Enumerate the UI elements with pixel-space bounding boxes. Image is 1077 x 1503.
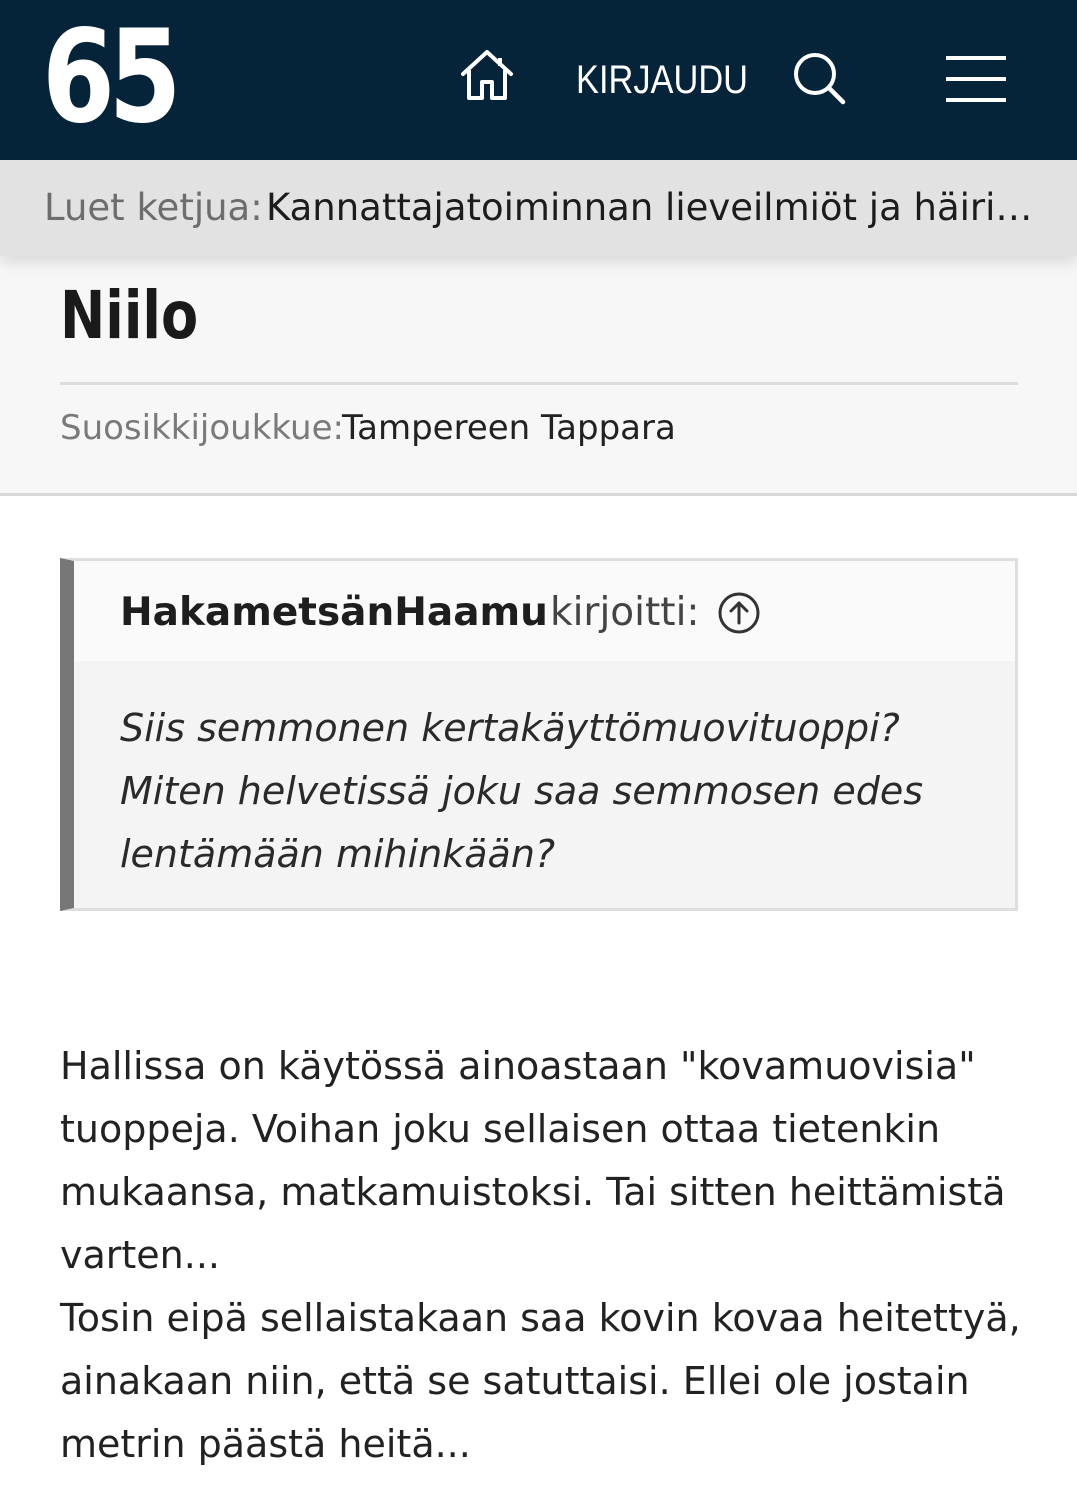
home-icon bbox=[461, 50, 513, 100]
favorite-team-label: Suosikkijoukkue: bbox=[60, 408, 344, 448]
quote-block: HakametsänHaamu kirjoitti: Siis semmonen… bbox=[60, 558, 1018, 911]
arrow-up-circle-icon bbox=[718, 592, 760, 634]
hamburger-menu-icon bbox=[946, 56, 1006, 102]
login-button[interactable]: KIRJAUDU bbox=[576, 50, 748, 110]
quote-line: Siis semmonen kertakäyttömuovituoppi? bbox=[120, 706, 900, 750]
thread-prefix: Luet ketjua: bbox=[44, 186, 263, 229]
favorite-team-value: Tampereen Tappara bbox=[342, 408, 676, 448]
profile-divider bbox=[60, 382, 1018, 385]
top-navigation-bar: 65 KIRJAUDU bbox=[0, 0, 1077, 160]
jump-to-quoted-post-button[interactable] bbox=[717, 591, 761, 635]
post-body: Hallissa on käytössä ainoastaan "kovamuo… bbox=[60, 1035, 1040, 1476]
post-paragraph: Tosin eipä sellaistakaan saa kovin kovaa… bbox=[60, 1296, 1021, 1466]
quote-wrote-label: kirjoitti: bbox=[550, 590, 700, 635]
quote-line: lentämään mihinkään? bbox=[120, 832, 556, 876]
thread-title[interactable]: Kannattajatoiminnan lieveilmiöt ja häiri… bbox=[266, 182, 1036, 234]
quote-header: HakametsänHaamu kirjoitti: bbox=[74, 561, 1015, 661]
search-icon bbox=[794, 53, 846, 105]
post-paragraph: Hallissa on käytössä ainoastaan "kovamuo… bbox=[60, 1044, 1006, 1277]
quote-author[interactable]: HakametsänHaamu bbox=[120, 589, 548, 637]
quote-text: Siis semmonen kertakäyttömuovituoppi? Mi… bbox=[120, 697, 980, 886]
home-button[interactable] bbox=[455, 46, 519, 106]
site-logo[interactable]: 65 bbox=[42, 14, 182, 142]
menu-button[interactable] bbox=[944, 50, 1010, 108]
profile-username: Niilo bbox=[60, 277, 199, 354]
search-button[interactable] bbox=[790, 48, 850, 108]
user-profile-header: Niilo Suosikkijoukkue: Tampereen Tappara bbox=[0, 256, 1077, 496]
thread-bar[interactable]: Luet ketjua: Kannattajatoiminnan lieveil… bbox=[0, 160, 1077, 256]
quote-line: Miten helvetissä joku saa semmosen edes bbox=[120, 769, 923, 813]
